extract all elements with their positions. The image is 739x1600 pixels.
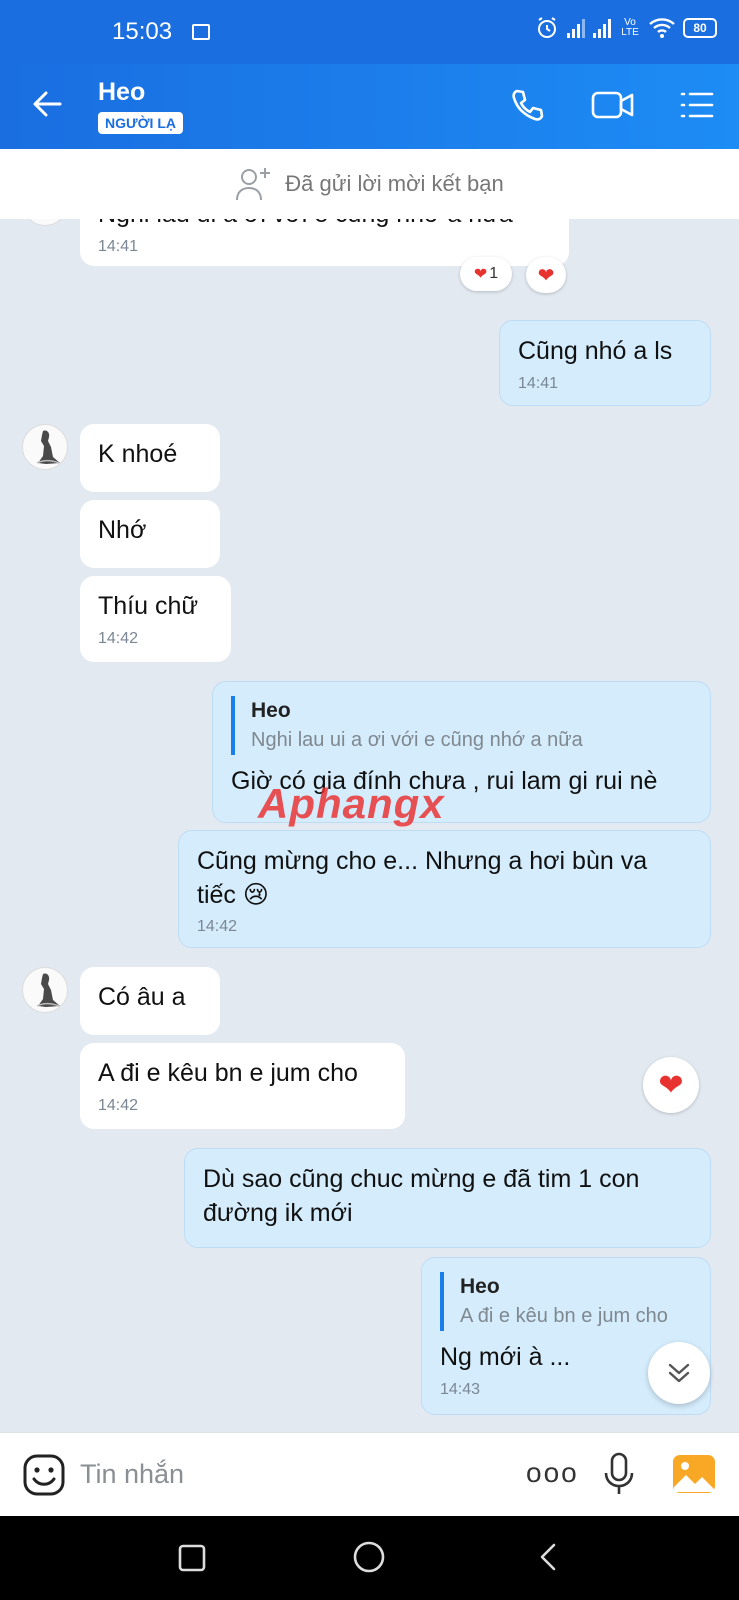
outgoing-message[interactable]: Cũng mừng cho e... Nhưng a hơi bùn va ti… (178, 830, 711, 948)
wifi-icon (649, 18, 675, 38)
message-text: A đi e kêu bn e jum cho (98, 1059, 358, 1087)
chevron-double-down-icon (668, 1363, 690, 1383)
system-nav-bar (0, 1516, 739, 1600)
back-arrow-icon[interactable] (30, 86, 66, 122)
message-time: 14:41 (518, 374, 559, 392)
mic-icon[interactable] (602, 1451, 636, 1497)
incoming-message[interactable]: Thíu chữ 14:42 (80, 576, 231, 662)
alarm-icon (538, 17, 556, 38)
gallery-icon[interactable] (672, 1453, 716, 1495)
message-text: Có âu a (98, 983, 186, 1011)
avatar[interactable] (22, 424, 68, 470)
add-friend-icon (236, 168, 271, 201)
nav-square-icon[interactable] (178, 1544, 206, 1572)
nav-back-icon[interactable] (536, 1542, 560, 1572)
nav-circle-icon[interactable] (352, 1540, 386, 1574)
friend-request-text: Đã gửi lời mời kết bạn (285, 171, 504, 196)
message-text: K nhoé (98, 440, 178, 468)
quoted-text: A đi e kêu bn e jum cho (460, 1305, 668, 1328)
battery-icon: 80 (683, 18, 717, 38)
phone-icon[interactable] (508, 86, 546, 124)
video-call-icon[interactable] (590, 86, 636, 124)
image-icon (192, 24, 210, 40)
avatar[interactable] (22, 967, 68, 1013)
menu-icon[interactable] (678, 86, 716, 124)
signal-icon (593, 18, 611, 38)
watermark: Aphangx (258, 780, 445, 827)
message-text: Ng mới à ... (440, 1343, 571, 1372)
message-text: Nhớ (98, 516, 147, 544)
message-list[interactable]: Nghi lau ui a ơi với e cũng nhớ a nữa 14… (0, 219, 739, 1432)
reaction-count: 1 (489, 265, 499, 282)
quoted-sender: Heo (460, 1275, 500, 1298)
contact-name[interactable]: Heo (98, 78, 145, 107)
stranger-badge: NGƯỜI LẠ (98, 112, 183, 134)
chat-header: Heo NGƯỜI LẠ (0, 64, 739, 149)
message-text: Nghi lau ui a ơi với e cũng nhớ a nữa (98, 219, 513, 228)
scroll-to-bottom-button[interactable] (648, 1342, 710, 1404)
outgoing-message[interactable]: Cũng nhó a ls 14:41 (499, 320, 711, 406)
message-time: 14:41 (98, 237, 139, 255)
avatar[interactable] (22, 219, 68, 226)
heart-icon: ❤ (537, 264, 555, 287)
heart-icon: ❤ (473, 266, 488, 283)
react-button[interactable]: ❤ (526, 257, 566, 293)
message-text: Dù sao cũng chuc mừng e đã tim 1 con đườ… (203, 1165, 640, 1227)
quoted-sender: Heo (251, 699, 291, 722)
network-label: Vo LTE (621, 17, 639, 38)
message-time: 14:42 (98, 629, 139, 647)
message-input-bar: Tin nhắn ooo (0, 1432, 739, 1516)
message-text: Cũng nhó a ls (518, 337, 673, 365)
react-button[interactable]: ❤ (643, 1057, 699, 1113)
quoted-message[interactable]: Heo A đi e kêu bn e jum cho (440, 1272, 692, 1332)
message-text: Thíu chữ (98, 592, 199, 620)
signal-icon (567, 18, 585, 38)
message-text: Cũng mừng cho e... Nhưng a hơi bùn va ti… (197, 847, 648, 909)
avatar-image (36, 430, 60, 464)
incoming-message[interactable]: Nhớ (80, 500, 220, 568)
more-icon[interactable]: ooo (526, 1457, 579, 1489)
status-time: 15:03 (112, 18, 173, 45)
friend-request-bar: Đã gửi lời mời kết bạn (0, 149, 739, 219)
status-icons: Vo LTE 80 (535, 16, 717, 40)
incoming-message[interactable]: K nhoé (80, 424, 220, 492)
reaction-summary[interactable]: ❤ 1 (460, 257, 512, 291)
quoted-message[interactable]: Heo Nghi lau ui a ơi với e cũng nhớ a nữ… (231, 696, 692, 756)
outgoing-message[interactable]: Dù sao cũng chuc mừng e đã tim 1 con đườ… (184, 1148, 711, 1248)
avatar-image (36, 973, 60, 1007)
status-bar: 15:03 Vo LTE 80 (0, 0, 739, 64)
message-time: 14:42 (98, 1096, 139, 1114)
incoming-message[interactable]: A đi e kêu bn e jum cho 14:42 (80, 1043, 405, 1129)
quoted-text: Nghi lau ui a ơi với e cũng nhớ a nữa (251, 729, 583, 752)
heart-icon: ❤ (658, 1068, 684, 1102)
incoming-message[interactable]: Có âu a (80, 967, 220, 1035)
emoji-icon[interactable] (22, 1453, 66, 1497)
message-time: 14:42 (197, 918, 238, 935)
message-input[interactable]: Tin nhắn (80, 1459, 184, 1490)
